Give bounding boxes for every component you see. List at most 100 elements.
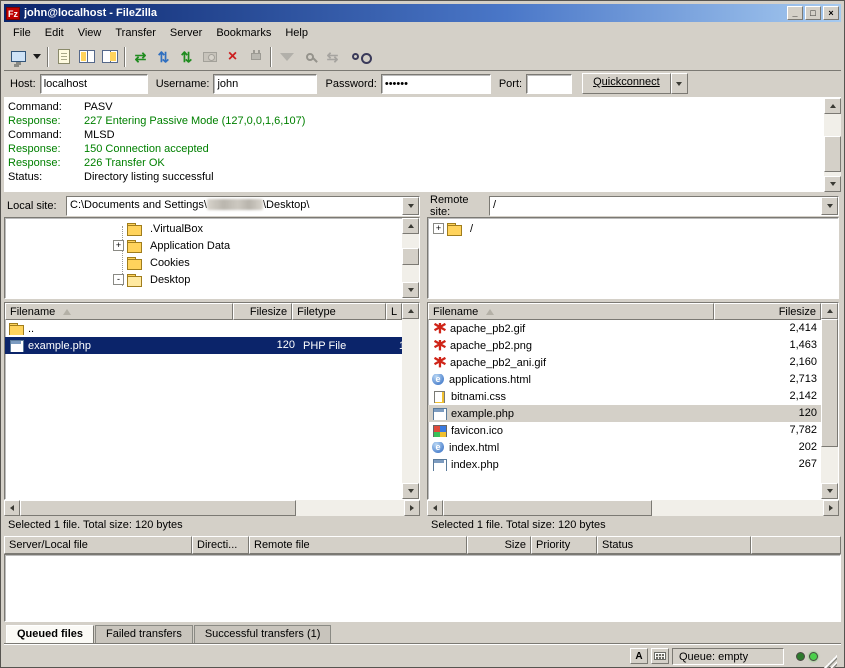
expand-icon[interactable]: + [113,240,124,251]
column-filesize[interactable]: Filesize [233,303,292,320]
password-input[interactable] [381,74,491,94]
column-filetype[interactable]: Filetype [292,303,386,320]
file-row-apache-pb2-gif[interactable]: apache_pb2.gif 2,414 [428,320,821,337]
scroll-thumb[interactable] [402,248,419,265]
scroll-left-button[interactable] [4,500,20,516]
scroll-left-button[interactable] [427,500,443,516]
transfer-type-indicator-icon[interactable]: A [630,648,648,664]
scroll-track[interactable] [824,114,841,176]
tab-successful-transfers[interactable]: Successful transfers (1) [194,625,332,643]
close-button[interactable]: × [823,6,839,20]
scroll-track[interactable] [20,500,404,516]
menu-transfer[interactable]: Transfer [108,24,163,42]
remote-site-dropdown[interactable] [821,197,838,215]
process-queue-button[interactable]: ⇅ [175,45,198,68]
file-row-applications-html[interactable]: applications.html 2,713 [428,371,821,388]
scroll-track[interactable] [402,234,419,282]
scroll-right-button[interactable] [823,500,839,516]
menu-server[interactable]: Server [163,24,209,42]
cancel-operation-button[interactable]: × [221,45,244,68]
file-row-example-php[interactable]: example.php 120 PHP File 1 [5,337,402,354]
quickconnect-button[interactable]: Quickconnect [582,73,671,94]
scroll-track[interactable] [443,500,823,516]
column-size[interactable]: Size [467,536,531,554]
file-row-index-php[interactable]: index.php 267 [428,456,821,473]
disconnect-button[interactable] [244,45,267,68]
scroll-thumb[interactable] [443,500,652,516]
column-priority[interactable]: Priority [531,536,597,554]
menu-file[interactable]: File [6,24,38,42]
toggle-remote-tree-button[interactable] [98,45,121,68]
synchronized-browsing-button[interactable]: ⇆ [321,45,344,68]
host-input[interactable] [40,74,148,94]
log-vertical-scrollbar[interactable] [824,98,841,192]
file-row-example-php[interactable]: example.php 120 [428,405,821,422]
menu-edit[interactable]: Edit [38,24,71,42]
scroll-track[interactable] [821,319,838,483]
reconnect-button[interactable] [198,45,221,68]
scroll-down-button[interactable] [402,282,419,298]
scroll-down-button[interactable] [824,176,841,192]
refresh-button[interactable]: ⇄ [129,45,152,68]
scroll-thumb[interactable] [824,136,841,172]
scroll-right-button[interactable] [404,500,420,516]
local-site-combo[interactable]: C:\Documents and Settings\\Desktop\ [66,196,420,216]
local-tree-scrollbar[interactable] [402,218,419,298]
expand-icon[interactable]: + [433,223,444,234]
tree-item-application-data[interactable]: + Application Data [5,237,402,254]
tree-item-virtualbox[interactable]: .VirtualBox [5,220,402,237]
toggle-local-tree-button[interactable] [75,45,98,68]
column-server-local-file[interactable]: Server/Local file [4,536,192,554]
site-manager-button[interactable] [7,45,30,68]
local-list-scrollbar[interactable] [402,303,419,499]
column-direction[interactable]: Directi... [192,536,249,554]
scroll-up-button[interactable] [824,98,841,114]
column-status[interactable]: Status [597,536,751,554]
port-input[interactable] [526,74,572,94]
username-input[interactable] [213,74,317,94]
collapse-icon[interactable]: - [113,274,124,285]
column-last-modified[interactable]: L [386,303,402,320]
menu-bookmarks[interactable]: Bookmarks [209,24,278,42]
column-filename[interactable]: Filename [428,303,714,320]
scroll-track[interactable] [402,319,419,483]
scroll-thumb[interactable] [20,500,296,516]
scroll-thumb[interactable] [821,319,838,447]
filter-button[interactable] [275,45,298,68]
minimize-button[interactable]: _ [787,6,803,20]
tab-failed-transfers[interactable]: Failed transfers [95,625,193,643]
file-row-favicon-ico[interactable]: favicon.ico 7,782 [428,422,821,439]
file-row-index-html[interactable]: index.html 202 [428,439,821,456]
scroll-down-button[interactable] [402,483,419,499]
queue-list[interactable] [4,554,841,622]
scroll-up-button[interactable] [821,303,838,319]
menu-help[interactable]: Help [278,24,315,42]
file-row-apache-pb2-ani-gif[interactable]: apache_pb2_ani.gif 2,160 [428,354,821,371]
toggle-message-log-button[interactable] [52,45,75,68]
menu-view[interactable]: View [71,24,109,42]
maximize-button[interactable]: □ [805,6,821,20]
directory-comparison-button[interactable] [298,45,321,68]
file-row-parent-dir[interactable]: .. [5,320,402,337]
scroll-up-button[interactable] [402,218,419,234]
site-manager-dropdown[interactable] [30,45,44,68]
scroll-down-button[interactable] [821,483,838,499]
tab-queued-files[interactable]: Queued files [6,625,94,643]
file-row-bitnami-css[interactable]: bitnami.css 2,142 [428,388,821,405]
toggle-queue-button[interactable]: ⇅ [152,45,175,68]
column-remote-file[interactable]: Remote file [249,536,467,554]
quickconnect-dropdown[interactable] [671,73,688,94]
remote-list-scrollbar[interactable] [821,303,838,499]
keyboard-indicator-icon[interactable] [651,648,669,664]
remote-site-combo[interactable]: / [489,196,839,216]
remote-horizontal-scrollbar[interactable] [427,500,839,516]
file-row-apache-pb2-png[interactable]: apache_pb2.png 1,463 [428,337,821,354]
tree-item-desktop[interactable]: - Desktop [5,271,402,288]
local-site-dropdown[interactable] [402,197,419,215]
column-filename[interactable]: Filename [5,303,233,320]
resize-grip[interactable] [824,655,837,668]
column-filesize[interactable]: Filesize [714,303,821,320]
tree-item-cookies[interactable]: Cookies [5,254,402,271]
titlebar[interactable]: Fz john@localhost - FileZilla _ □ × [4,4,841,22]
local-horizontal-scrollbar[interactable] [4,500,420,516]
